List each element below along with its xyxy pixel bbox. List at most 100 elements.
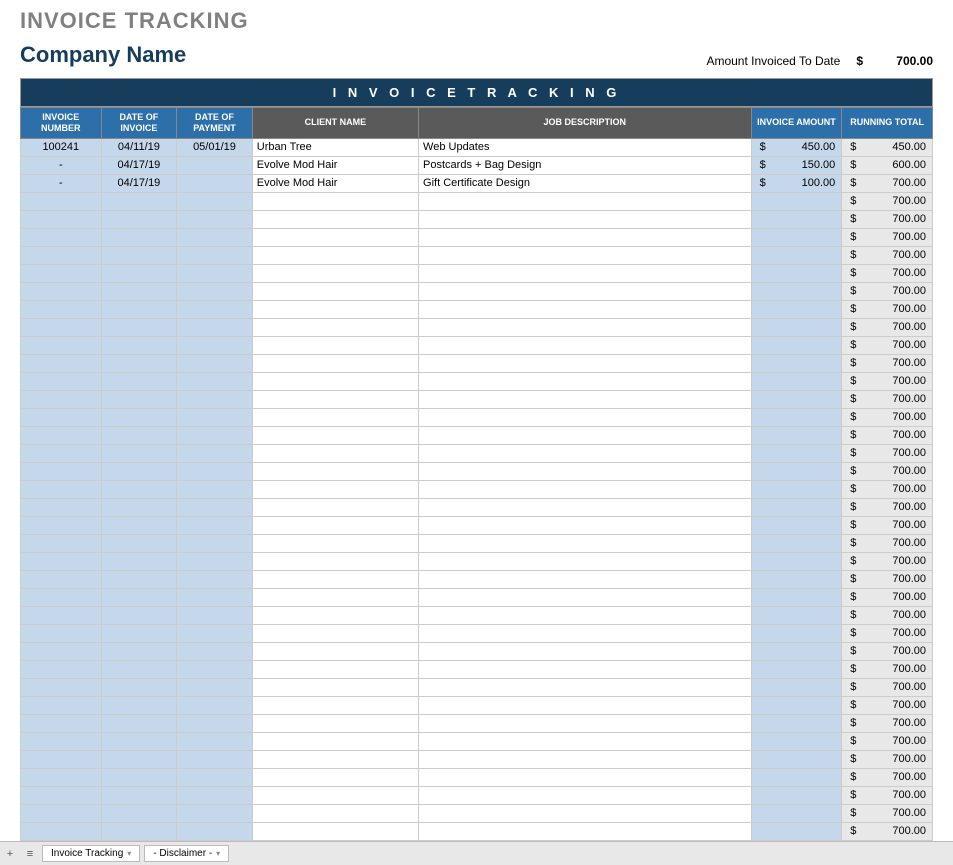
- cell-job-description[interactable]: [419, 606, 752, 624]
- cell-invoice-number[interactable]: [21, 498, 102, 516]
- cell-invoice-amount[interactable]: [751, 264, 842, 282]
- cell-client-name[interactable]: [252, 390, 418, 408]
- cell-date-of-invoice[interactable]: [101, 372, 177, 390]
- cell-running-total[interactable]: $700.00: [842, 588, 933, 606]
- cell-client-name[interactable]: [252, 246, 418, 264]
- cell-client-name[interactable]: [252, 588, 418, 606]
- cell-job-description[interactable]: [419, 570, 752, 588]
- cell-client-name[interactable]: [252, 228, 418, 246]
- cell-running-total[interactable]: $700.00: [842, 804, 933, 822]
- cell-invoice-amount[interactable]: [751, 462, 842, 480]
- table-row[interactable]: $700.00: [21, 606, 933, 624]
- cell-running-total[interactable]: $700.00: [842, 498, 933, 516]
- cell-invoice-number[interactable]: [21, 804, 102, 822]
- cell-date-of-payment[interactable]: [177, 822, 253, 840]
- cell-running-total[interactable]: $700.00: [842, 174, 933, 192]
- cell-invoice-number[interactable]: [21, 228, 102, 246]
- cell-invoice-amount[interactable]: [751, 246, 842, 264]
- cell-date-of-payment[interactable]: [177, 228, 253, 246]
- table-row[interactable]: $700.00: [21, 660, 933, 678]
- cell-invoice-number[interactable]: [21, 426, 102, 444]
- cell-date-of-invoice[interactable]: [101, 390, 177, 408]
- table-row[interactable]: $700.00: [21, 300, 933, 318]
- cell-date-of-payment[interactable]: [177, 804, 253, 822]
- cell-invoice-amount[interactable]: [751, 822, 842, 840]
- cell-invoice-amount[interactable]: [751, 408, 842, 426]
- cell-invoice-amount[interactable]: [751, 678, 842, 696]
- cell-running-total[interactable]: $700.00: [842, 642, 933, 660]
- dropdown-icon[interactable]: ▾: [127, 849, 131, 858]
- cell-client-name[interactable]: [252, 696, 418, 714]
- cell-job-description[interactable]: [419, 660, 752, 678]
- cell-invoice-amount[interactable]: $150.00: [751, 156, 842, 174]
- cell-date-of-invoice[interactable]: [101, 660, 177, 678]
- cell-date-of-payment[interactable]: [177, 624, 253, 642]
- cell-client-name[interactable]: [252, 192, 418, 210]
- cell-job-description[interactable]: [419, 696, 752, 714]
- cell-date-of-invoice[interactable]: [101, 642, 177, 660]
- cell-running-total[interactable]: $700.00: [842, 822, 933, 840]
- cell-date-of-payment[interactable]: [177, 750, 253, 768]
- table-row[interactable]: $700.00: [21, 246, 933, 264]
- col-running-total[interactable]: RUNNING TOTAL: [842, 108, 933, 139]
- cell-date-of-payment[interactable]: [177, 480, 253, 498]
- cell-client-name[interactable]: [252, 498, 418, 516]
- cell-invoice-number[interactable]: [21, 246, 102, 264]
- cell-invoice-amount[interactable]: [751, 732, 842, 750]
- cell-invoice-amount[interactable]: [751, 750, 842, 768]
- cell-running-total[interactable]: $700.00: [842, 768, 933, 786]
- cell-date-of-invoice[interactable]: [101, 606, 177, 624]
- table-row[interactable]: $700.00: [21, 822, 933, 840]
- table-row[interactable]: $700.00: [21, 192, 933, 210]
- cell-invoice-number[interactable]: [21, 534, 102, 552]
- cell-client-name[interactable]: [252, 264, 418, 282]
- cell-invoice-amount[interactable]: [751, 426, 842, 444]
- all-sheets-button[interactable]: ≡: [20, 844, 40, 864]
- invoice-table[interactable]: INVOICE NUMBER DATE OF INVOICE DATE OF P…: [20, 107, 933, 841]
- cell-running-total[interactable]: $700.00: [842, 516, 933, 534]
- cell-invoice-number[interactable]: [21, 282, 102, 300]
- cell-invoice-number[interactable]: [21, 732, 102, 750]
- cell-invoice-number[interactable]: [21, 444, 102, 462]
- cell-job-description[interactable]: Web Updates: [419, 138, 752, 156]
- cell-client-name[interactable]: [252, 606, 418, 624]
- cell-running-total[interactable]: $700.00: [842, 354, 933, 372]
- cell-client-name[interactable]: [252, 822, 418, 840]
- cell-invoice-amount[interactable]: [751, 300, 842, 318]
- cell-running-total[interactable]: $700.00: [842, 606, 933, 624]
- cell-date-of-payment[interactable]: [177, 354, 253, 372]
- table-row[interactable]: $700.00: [21, 786, 933, 804]
- cell-client-name[interactable]: Urban Tree: [252, 138, 418, 156]
- cell-date-of-invoice[interactable]: [101, 678, 177, 696]
- table-row[interactable]: $700.00: [21, 804, 933, 822]
- cell-client-name[interactable]: [252, 462, 418, 480]
- cell-date-of-invoice[interactable]: [101, 426, 177, 444]
- cell-date-of-payment[interactable]: [177, 678, 253, 696]
- cell-client-name[interactable]: Evolve Mod Hair: [252, 174, 418, 192]
- cell-job-description[interactable]: [419, 714, 752, 732]
- cell-invoice-number[interactable]: -: [21, 156, 102, 174]
- cell-date-of-payment[interactable]: [177, 246, 253, 264]
- cell-invoice-amount[interactable]: [751, 192, 842, 210]
- cell-invoice-number[interactable]: 100241: [21, 138, 102, 156]
- cell-invoice-amount[interactable]: $100.00: [751, 174, 842, 192]
- cell-job-description[interactable]: [419, 750, 752, 768]
- table-row[interactable]: $700.00: [21, 462, 933, 480]
- cell-date-of-payment[interactable]: [177, 210, 253, 228]
- cell-client-name[interactable]: [252, 318, 418, 336]
- cell-invoice-number[interactable]: -: [21, 174, 102, 192]
- cell-job-description[interactable]: [419, 336, 752, 354]
- cell-job-description[interactable]: [419, 408, 752, 426]
- cell-invoice-amount[interactable]: [751, 390, 842, 408]
- cell-date-of-payment[interactable]: [177, 660, 253, 678]
- cell-job-description[interactable]: [419, 246, 752, 264]
- cell-invoice-amount[interactable]: [751, 714, 842, 732]
- table-row[interactable]: -04/17/19Evolve Mod HairGift Certificate…: [21, 174, 933, 192]
- cell-invoice-number[interactable]: [21, 372, 102, 390]
- cell-job-description[interactable]: [419, 678, 752, 696]
- cell-running-total[interactable]: $700.00: [842, 372, 933, 390]
- cell-invoice-amount[interactable]: [751, 696, 842, 714]
- cell-job-description[interactable]: [419, 534, 752, 552]
- cell-client-name[interactable]: [252, 678, 418, 696]
- cell-invoice-number[interactable]: [21, 768, 102, 786]
